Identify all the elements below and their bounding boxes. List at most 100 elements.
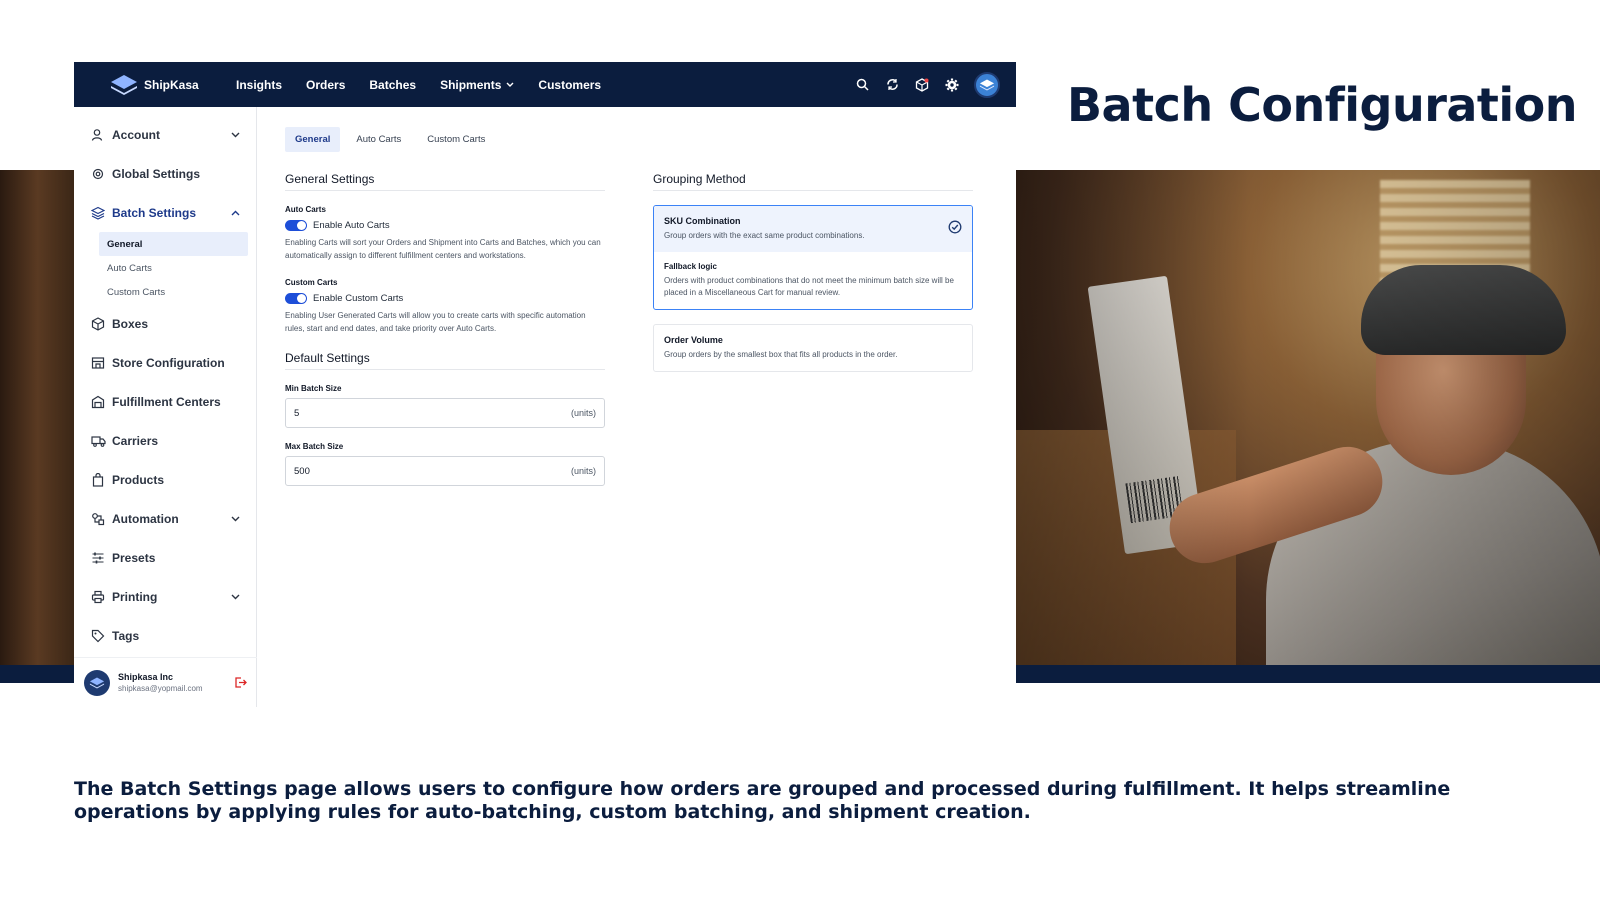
nav-label: Batches bbox=[369, 77, 417, 92]
sku-combination-option-group: SKU Combination Group orders with the ex… bbox=[653, 205, 973, 310]
sidebar-item-batch-settings[interactable]: Batch Settings bbox=[74, 193, 256, 232]
enable-custom-carts-label: Enable Custom Carts bbox=[313, 293, 404, 304]
tab-general[interactable]: General bbox=[285, 127, 341, 152]
nav-batches[interactable]: Batches bbox=[369, 78, 416, 92]
sidebar-item-label: Carriers bbox=[112, 433, 159, 448]
settings-content: General Auto Carts Custom Carts General … bbox=[257, 107, 1016, 707]
sidebar-item-label: Products bbox=[112, 472, 165, 487]
max-batch-size-label: Max Batch Size bbox=[285, 442, 344, 451]
min-batch-size-input[interactable] bbox=[294, 407, 571, 419]
enable-auto-carts-label: Enable Auto Carts bbox=[313, 220, 390, 231]
sidebar-item-global-settings[interactable]: Global Settings bbox=[74, 154, 256, 193]
sidebar-item-account[interactable]: Account bbox=[74, 115, 256, 154]
nav-insights[interactable]: Insights bbox=[236, 78, 282, 92]
sync-icon[interactable] bbox=[884, 77, 900, 93]
shipkasa-logo-icon bbox=[89, 677, 105, 688]
min-batch-size-field: (units) bbox=[285, 398, 605, 428]
logout-icon[interactable] bbox=[234, 676, 247, 689]
chevron-down-icon bbox=[231, 594, 240, 599]
enable-custom-carts-toggle[interactable] bbox=[285, 293, 307, 304]
top-icons bbox=[854, 71, 1000, 98]
max-batch-size-input[interactable] bbox=[294, 465, 571, 477]
unit-label: (units) bbox=[570, 466, 596, 476]
sidebar-item-label: Global Settings bbox=[112, 166, 201, 181]
enable-auto-carts-row: Enable Auto Carts bbox=[285, 220, 605, 231]
sidebar-item-label: Fulfillment Centers bbox=[112, 394, 221, 409]
min-batch-size-label: Min Batch Size bbox=[285, 384, 342, 393]
user-name: Shipkasa Inc bbox=[118, 672, 174, 682]
sidebar-item-fulfillment-centers[interactable]: Fulfillment Centers bbox=[74, 382, 256, 421]
sidebar-item-label: Account bbox=[112, 127, 160, 142]
sidebar-item-label: Automation bbox=[112, 511, 179, 526]
app-window: ShipKasa Insights Orders Batches Shipmen… bbox=[74, 62, 1016, 707]
option-description: Group orders by the smallest box that fi… bbox=[664, 350, 898, 359]
option-title: SKU Combination bbox=[664, 216, 741, 226]
auto-carts-help: Enabling Carts will sort your Orders and… bbox=[285, 238, 601, 260]
sidebar-item-label: Batch Settings bbox=[112, 205, 197, 220]
sidebar-item-presets[interactable]: Presets bbox=[74, 538, 256, 577]
brand-name: ShipKasa bbox=[144, 77, 199, 92]
avatar[interactable] bbox=[84, 669, 110, 696]
default-settings-title: Default Settings bbox=[285, 351, 605, 370]
nav-label: Customers bbox=[538, 77, 602, 92]
nav-orders[interactable]: Orders bbox=[306, 78, 345, 92]
sidebar-item-label: Presets bbox=[112, 550, 156, 565]
page-description: The Batch Settings page allows users to … bbox=[74, 778, 1451, 823]
sidebar-sub-general[interactable]: General bbox=[99, 232, 248, 256]
top-navbar: ShipKasa Insights Orders Batches Shipmen… bbox=[74, 62, 1016, 107]
chevron-down-icon bbox=[231, 516, 240, 521]
sidebar-item-products[interactable]: Products bbox=[74, 460, 256, 499]
settings-icon bbox=[90, 166, 106, 182]
enable-auto-carts-toggle[interactable] bbox=[285, 220, 307, 231]
fallback-description: Orders with product combinations that do… bbox=[664, 276, 954, 297]
tab-auto-carts[interactable]: Auto Carts bbox=[346, 127, 411, 152]
search-icon[interactable] bbox=[854, 77, 870, 93]
sidebar-sub-auto-carts[interactable]: Auto Carts bbox=[99, 256, 248, 280]
enable-custom-carts-row: Enable Custom Carts bbox=[285, 293, 605, 304]
max-batch-size-field: (units) bbox=[285, 456, 605, 486]
layers-icon bbox=[90, 205, 106, 221]
nav-label: Shipments bbox=[440, 77, 502, 92]
option-title: Order Volume bbox=[664, 335, 723, 345]
chevron-up-icon bbox=[231, 210, 240, 215]
grouping-method-column: Grouping Method SKU Combination Group or… bbox=[653, 172, 973, 500]
package-icon[interactable] bbox=[914, 77, 930, 93]
nav-shipments[interactable]: Shipments bbox=[440, 78, 514, 92]
option-description: Group orders with the exact same product… bbox=[664, 231, 865, 240]
general-settings-column: General Settings Auto Carts Enable Auto … bbox=[285, 172, 605, 500]
avatar-logo-icon bbox=[979, 79, 995, 90]
fallback-logic: Fallback logic Orders with product combi… bbox=[654, 252, 972, 309]
tab-custom-carts[interactable]: Custom Carts bbox=[417, 127, 495, 152]
profile-avatar[interactable] bbox=[974, 71, 1000, 98]
general-settings-title: General Settings bbox=[285, 172, 605, 191]
store-icon bbox=[90, 355, 106, 371]
order-volume-option[interactable]: Order Volume Group orders by the smalles… bbox=[653, 324, 973, 372]
chevron-down-icon bbox=[231, 132, 240, 137]
sidebar-item-automation[interactable]: Automation bbox=[74, 499, 256, 538]
user-email: shipkasa@yopmail.com bbox=[118, 684, 203, 693]
nav-customers[interactable]: Customers bbox=[538, 78, 601, 92]
sidebar-item-printing[interactable]: Printing bbox=[74, 577, 256, 616]
grouping-method-title: Grouping Method bbox=[653, 172, 973, 191]
sidebar-item-tags[interactable]: Tags bbox=[74, 616, 256, 655]
sidebar-item-store-configuration[interactable]: Store Configuration bbox=[74, 343, 256, 382]
settings-sidebar: Account Global Settings Batch Settings G… bbox=[74, 107, 257, 707]
custom-carts-help: Enabling User Generated Carts will allow… bbox=[285, 311, 586, 333]
gear-icon[interactable] bbox=[944, 77, 960, 93]
bag-icon bbox=[90, 472, 106, 488]
nav-label: Insights bbox=[236, 77, 283, 92]
user-icon bbox=[90, 127, 106, 143]
sidebar-item-carriers[interactable]: Carriers bbox=[74, 421, 256, 460]
sidebar-item-label: Store Configuration bbox=[112, 355, 225, 370]
sliders-icon bbox=[90, 550, 106, 566]
auto-carts-label: Auto Carts bbox=[285, 205, 326, 214]
nav-label: Orders bbox=[306, 77, 346, 92]
brand-logo[interactable]: ShipKasa bbox=[110, 74, 236, 96]
main-nav: Insights Orders Batches Shipments Custom… bbox=[236, 78, 601, 92]
sidebar-sub-custom-carts[interactable]: Custom Carts bbox=[99, 280, 248, 304]
background-photo-left bbox=[0, 170, 75, 665]
user-profile: Shipkasa Inc shipkasa@yopmail.com bbox=[74, 657, 257, 707]
page-headline: Batch Configuration bbox=[1067, 78, 1578, 132]
sku-combination-option[interactable]: SKU Combination Group orders with the ex… bbox=[654, 206, 972, 252]
sidebar-item-boxes[interactable]: Boxes bbox=[74, 304, 256, 343]
